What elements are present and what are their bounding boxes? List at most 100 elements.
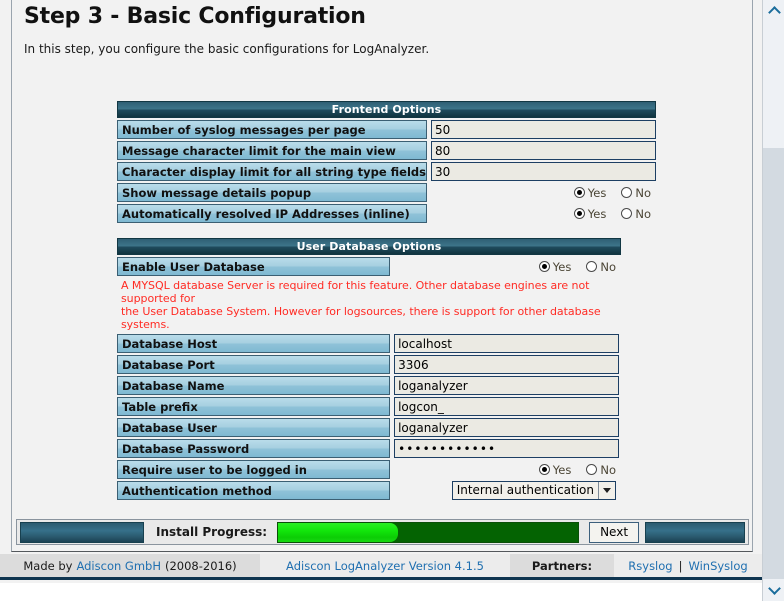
chevron-down-icon — [767, 582, 781, 595]
radio-label-no: No — [635, 206, 651, 221]
radio-yes-enable-user-database[interactable] — [538, 261, 550, 272]
table-row: Database Host — [117, 334, 621, 353]
auto-resolve-ip-radio-group: Yes No — [431, 204, 656, 223]
radio-label-yes: Yes — [587, 185, 607, 200]
table-row: Database User — [117, 418, 621, 437]
install-progress-fill — [278, 522, 399, 542]
footer-partner-links: Rsyslog | WinSyslog — [614, 554, 762, 577]
radio-yes-require-login[interactable] — [538, 464, 550, 475]
radio-no-show-details-popup[interactable] — [621, 187, 633, 198]
made-by-years: (2008-2016) — [164, 558, 237, 573]
version-text: Adiscon LogAnalyzer Version 4.1.5 — [286, 558, 484, 573]
footer-partners-label: Partners: — [510, 554, 614, 577]
field-label-message-char-limit: Message character limit for the main vie… — [117, 141, 427, 160]
scrollbar-track-upper[interactable] — [763, 22, 784, 148]
table-row: Authentication method Internal authentic… — [117, 481, 621, 500]
field-label-auto-resolve-ip: Automatically resolved IP Addresses (inl… — [117, 204, 427, 223]
enable-user-database-radio-group: Yes No — [394, 257, 621, 276]
radio-label-yes: Yes — [587, 206, 607, 221]
table-row: Require user to be logged in Yes No — [117, 460, 621, 479]
install-progress-track — [277, 521, 580, 543]
below-footer-whitespace — [0, 583, 762, 601]
field-label-database-password: Database Password — [117, 439, 391, 458]
page-title: Step 3 - Basic Configuration — [24, 4, 366, 29]
authentication-method-select[interactable]: Internal authentication — [451, 481, 616, 500]
footer-made-by: Made by Adiscon GmbH (2008-2016) — [0, 554, 260, 577]
radio-yes-show-details-popup[interactable] — [573, 187, 585, 198]
mysql-requirement-note: A MYSQL database Server is required for … — [117, 278, 621, 332]
user-database-options-header: User Database Options — [117, 238, 621, 255]
table-row: Message character limit for the main vie… — [117, 141, 656, 160]
field-label-table-prefix: Table prefix — [117, 397, 391, 416]
frontend-options-table: Frontend Options Number of syslog messag… — [117, 99, 656, 225]
table-row: Database Password — [117, 439, 621, 458]
note-line-2: the User Database System. However for lo… — [121, 305, 601, 331]
vertical-scrollbar[interactable] — [762, 0, 784, 601]
field-label-database-name: Database Name — [117, 376, 391, 395]
field-label-enable-user-database: Enable User Database — [117, 257, 391, 276]
database-user-input[interactable] — [394, 418, 620, 437]
field-label-show-details-popup: Show message details popup — [117, 183, 427, 202]
table-row: Show message details popup Yes No — [117, 183, 656, 202]
field-label-database-port: Database Port — [117, 355, 391, 374]
messages-per-page-input[interactable] — [431, 120, 656, 139]
show-details-popup-radio-group: Yes No — [431, 183, 656, 202]
decorative-teal-bar-right — [645, 521, 745, 543]
partner-link-rsyslog[interactable]: Rsyslog — [628, 559, 672, 573]
installer-page: Step 3 - Basic Configuration In this ste… — [0, 0, 784, 601]
radio-label-no: No — [600, 462, 616, 477]
footer-version: Adiscon LogAnalyzer Version 4.1.5 — [260, 554, 510, 577]
table-section-header-row: User Database Options — [117, 238, 621, 255]
database-host-input[interactable] — [394, 334, 620, 353]
next-button[interactable]: Next — [589, 521, 640, 543]
message-char-limit-input[interactable] — [431, 141, 656, 160]
radio-label-yes: Yes — [552, 259, 572, 274]
scroll-down-button[interactable] — [763, 579, 784, 601]
table-row: Number of syslog messages per page — [117, 120, 656, 139]
table-row: Character display limit for all string t… — [117, 162, 656, 181]
field-label-database-host: Database Host — [117, 334, 391, 353]
radio-yes-auto-resolve-ip[interactable] — [573, 208, 585, 219]
field-label-database-user: Database User — [117, 418, 391, 437]
chevron-down-icon — [598, 482, 615, 499]
table-row: Database Port — [117, 355, 621, 374]
adiscon-company-link[interactable]: Adiscon GmbH — [76, 559, 161, 573]
decorative-teal-bar-left — [20, 521, 144, 543]
field-label-authentication-method: Authentication method — [117, 481, 391, 500]
radio-label-no: No — [635, 185, 651, 200]
radio-label-no: No — [600, 259, 616, 274]
install-progress-label: Install Progress: — [156, 525, 268, 539]
content-viewport: Step 3 - Basic Configuration In this ste… — [0, 0, 762, 601]
user-database-options-table: User Database Options Enable User Databa… — [117, 236, 621, 502]
scroll-up-button[interactable] — [763, 0, 784, 22]
note-line-1: A MYSQL database Server is required for … — [121, 279, 590, 305]
radio-no-require-login[interactable] — [586, 464, 598, 475]
footer-credits-bar: Made by Adiscon GmbH (2008-2016) Adiscon… — [0, 554, 762, 580]
link-separator: | — [678, 558, 683, 573]
radio-no-enable-user-database[interactable] — [586, 261, 598, 272]
table-row: Enable User Database Yes No — [117, 257, 621, 276]
authentication-method-value: Internal authentication — [456, 483, 594, 497]
made-by-prefix: Made by — [23, 558, 73, 573]
radio-no-auto-resolve-ip[interactable] — [621, 208, 633, 219]
field-label-messages-per-page: Number of syslog messages per page — [117, 120, 427, 139]
require-login-radio-group: Yes No — [394, 460, 621, 479]
frontend-options-header: Frontend Options — [117, 101, 656, 118]
table-section-header-row: Frontend Options — [117, 101, 656, 118]
radio-label-yes: Yes — [552, 462, 572, 477]
field-label-require-login: Require user to be logged in — [117, 460, 391, 479]
field-label-string-char-limit: Character display limit for all string t… — [117, 162, 427, 181]
authentication-method-wrapper: Internal authentication — [394, 481, 621, 500]
scrollbar-thumb[interactable] — [763, 148, 784, 579]
table-row: Table prefix — [117, 397, 621, 416]
table-prefix-input[interactable] — [394, 397, 620, 416]
database-password-input[interactable] — [394, 439, 620, 458]
install-progress-bar-row: Install Progress: Next — [16, 519, 749, 545]
database-name-input[interactable] — [394, 376, 620, 395]
database-port-input[interactable] — [394, 355, 620, 374]
chevron-up-icon — [767, 6, 781, 19]
page-subtitle: In this step, you configure the basic co… — [24, 42, 430, 56]
string-char-limit-input[interactable] — [431, 162, 656, 181]
partner-link-winsyslog[interactable]: WinSyslog — [688, 559, 747, 573]
table-row: Automatically resolved IP Addresses (inl… — [117, 204, 656, 223]
